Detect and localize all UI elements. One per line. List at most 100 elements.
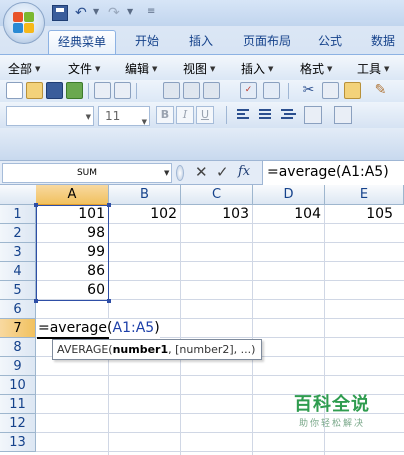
bold-button[interactable]: B: [156, 106, 174, 124]
page-setup-icon[interactable]: [203, 82, 220, 99]
save-icon[interactable]: [46, 82, 63, 99]
watermark-logo: 百科全说 助你轻松解决: [290, 390, 374, 429]
research-icon[interactable]: [263, 82, 280, 99]
column-header-d[interactable]: D: [253, 185, 325, 205]
font-name-select[interactable]: ▼: [6, 106, 94, 126]
cell-a5[interactable]: 60: [36, 281, 108, 300]
tab-insert[interactable]: 插入: [178, 30, 224, 54]
select-all-corner[interactable]: [0, 185, 37, 205]
tab-formulas[interactable]: 公式: [306, 30, 354, 54]
cell-a3[interactable]: 99: [36, 243, 108, 262]
row-header-2[interactable]: 2: [0, 224, 36, 243]
menu-all[interactable]: 全部 ▼: [8, 60, 40, 77]
row-header-1[interactable]: 1: [0, 205, 36, 224]
row-header-3[interactable]: 3: [0, 243, 36, 262]
row-header-7[interactable]: 7: [0, 319, 36, 338]
formula-input[interactable]: =average(A1:A5): [263, 161, 404, 185]
row-header-5[interactable]: 5: [0, 281, 36, 300]
menu-tools[interactable]: 工具 ▼: [357, 60, 389, 77]
excel-icon[interactable]: [66, 82, 83, 99]
cell-b1[interactable]: 102: [108, 205, 180, 224]
gridline: [36, 432, 404, 433]
worksheet-grid[interactable]: A B C D E 1 2 3 4 5 6 7 8 9 10 11 12 13 …: [0, 185, 404, 455]
paste-icon[interactable]: [344, 82, 361, 99]
align-center-button[interactable]: [256, 106, 274, 124]
cut-icon[interactable]: ✂: [300, 82, 317, 99]
chevron-down-icon: ▼: [210, 65, 216, 73]
cell-a4[interactable]: 86: [36, 262, 108, 281]
row-header-11[interactable]: 11: [0, 395, 36, 414]
cell-d1[interactable]: 104: [252, 205, 324, 224]
chevron-down-icon[interactable]: ▼: [164, 169, 169, 177]
redo-icon[interactable]: ↷: [108, 5, 124, 21]
menu-view[interactable]: 视图 ▼: [183, 60, 215, 77]
menu-insert[interactable]: 插入 ▼: [241, 60, 273, 77]
function-argument-tooltip[interactable]: AVERAGE(number1, [number2], ...): [52, 339, 262, 360]
menu-all-label: 全部: [8, 62, 33, 76]
menu-tools-label: 工具: [357, 62, 382, 76]
row-header-10[interactable]: 10: [0, 376, 36, 395]
row-header-4[interactable]: 4: [0, 262, 36, 281]
row-header-8[interactable]: 8: [0, 338, 36, 357]
cell-a7-editor[interactable]: =average(A1:A5): [37, 319, 160, 338]
tooltip-rest-args: , [number2], ...): [168, 343, 256, 356]
save-icon[interactable]: [52, 5, 68, 21]
cell-a1[interactable]: 101: [36, 205, 108, 224]
wrap-text-button[interactable]: [334, 106, 352, 124]
customize-toolbar-icon[interactable]: ≡: [147, 6, 155, 17]
new-document-icon[interactable]: [6, 82, 23, 99]
menu-format[interactable]: 格式 ▼: [300, 60, 332, 77]
gridline: [36, 451, 404, 452]
name-box[interactable]: SUM: [2, 163, 172, 183]
resize-grip-icon[interactable]: [176, 165, 184, 181]
print-preview-icon[interactable]: [94, 82, 111, 99]
undo-dropdown-icon[interactable]: ▼: [93, 7, 99, 16]
underline-button[interactable]: U: [196, 106, 214, 124]
format-painter-icon[interactable]: ✎: [372, 82, 389, 99]
menu-edit[interactable]: 编辑 ▼: [125, 60, 157, 77]
print-preview-icon[interactable]: [183, 82, 200, 99]
cell-a2[interactable]: 98: [36, 224, 108, 243]
cell-c1[interactable]: 103: [180, 205, 252, 224]
menu-file[interactable]: 文件 ▼: [68, 60, 100, 77]
font-size-select[interactable]: 11 ▼: [98, 106, 150, 126]
menu-insert-label: 插入: [241, 62, 266, 76]
tab-page-layout[interactable]: 页面布局: [234, 30, 300, 54]
tab-home[interactable]: 开始: [124, 30, 170, 54]
column-header-a[interactable]: A: [36, 185, 109, 205]
cell-e1[interactable]: 105: [324, 205, 396, 224]
align-left-button[interactable]: [234, 106, 252, 124]
merge-center-button[interactable]: [304, 106, 322, 124]
ribbon: ↶ ▼ ↷ ▼ ≡ 经典菜单 开始 插入 页面布局 公式 数据 全部 ▼ 文件 ▼ …: [0, 0, 404, 226]
permission-icon[interactable]: [114, 82, 131, 99]
chevron-down-icon: ▼: [327, 65, 333, 73]
toolbar-separator: [136, 83, 137, 99]
insert-function-icon[interactable]: fx: [238, 164, 250, 179]
column-header-b[interactable]: B: [109, 185, 181, 205]
formula-suffix: ): [154, 320, 160, 336]
tab-classic-menu[interactable]: 经典菜单: [48, 30, 116, 54]
cancel-icon[interactable]: ✕: [195, 164, 208, 181]
row-header-9[interactable]: 9: [0, 357, 36, 376]
menu-file-label: 文件: [68, 62, 93, 76]
row-header-13[interactable]: 13: [0, 433, 36, 452]
chevron-down-icon: ▼: [152, 65, 158, 73]
formatting-toolbar: ▼ 11 ▼ B I U 常规: [0, 102, 404, 226]
copy-icon[interactable]: [322, 82, 339, 99]
align-right-button[interactable]: [278, 106, 296, 124]
ribbon-tab-bar: 经典菜单 开始 插入 页面布局 公式 数据: [0, 26, 404, 54]
column-header-c[interactable]: C: [181, 185, 253, 205]
column-header-e[interactable]: E: [325, 185, 404, 205]
tooltip-function: AVERAGE(: [57, 343, 113, 356]
redo-dropdown-icon[interactable]: ▼: [127, 7, 133, 16]
open-folder-icon[interactable]: [26, 82, 43, 99]
undo-icon[interactable]: ↶: [75, 5, 91, 21]
tab-data[interactable]: 数据: [362, 30, 404, 54]
spelling-icon[interactable]: ✓: [240, 82, 257, 99]
office-button[interactable]: [3, 2, 45, 44]
print-icon[interactable]: [163, 82, 180, 99]
row-header-6[interactable]: 6: [0, 300, 36, 319]
enter-check-icon[interactable]: ✓: [216, 164, 229, 181]
row-header-12[interactable]: 12: [0, 414, 36, 433]
italic-button[interactable]: I: [176, 106, 194, 124]
